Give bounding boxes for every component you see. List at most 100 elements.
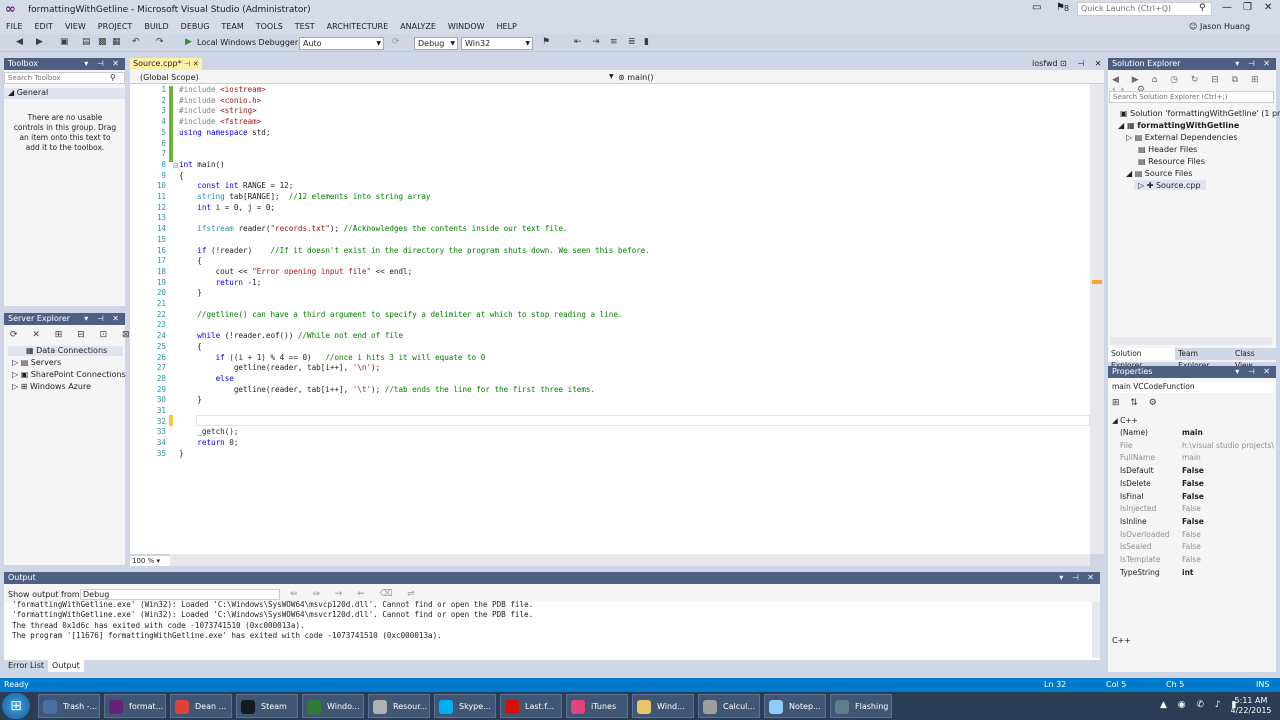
tree-item-source-cpp[interactable]: ▷ ✚ Source.cpp bbox=[1138, 181, 1201, 190]
feedback-icon[interactable]: ▭ bbox=[1032, 2, 1041, 13]
menu-analyze[interactable]: ANALYZE bbox=[394, 20, 442, 34]
panel-pin-close-icons[interactable]: ▾ ⊣ ✕ bbox=[1235, 366, 1273, 378]
comment-icon[interactable]: ≡ bbox=[610, 37, 618, 47]
taskbar-item[interactable]: Wind... bbox=[632, 694, 694, 718]
quick-launch-input[interactable]: Quick Launch (Ctrl+Q) bbox=[1077, 2, 1212, 16]
property-value[interactable]: False bbox=[1182, 504, 1274, 513]
outdent-icon[interactable]: ⇥ bbox=[592, 37, 600, 47]
pin-icon[interactable]: ⊣ bbox=[184, 60, 190, 68]
taskbar-item[interactable]: Dean ... bbox=[170, 694, 232, 718]
menu-help[interactable]: HELP bbox=[491, 20, 523, 34]
close-button[interactable]: ✕ bbox=[1264, 2, 1272, 13]
solution-explorer-search-input[interactable]: Search Solution Explorer (Ctrl+;) bbox=[1109, 91, 1274, 103]
code-line[interactable]: while (!reader.eof()) //While not end of… bbox=[179, 331, 403, 342]
property-value[interactable]: False bbox=[1182, 542, 1274, 551]
toolbox-search-input[interactable]: Search Toolbox bbox=[4, 72, 125, 84]
panel-pin-close-icons[interactable]: ▾ ⊣ ✕ bbox=[1235, 58, 1273, 70]
code-line[interactable]: { bbox=[179, 342, 202, 353]
code-line[interactable]: //getline() can have a third argument to… bbox=[179, 310, 622, 321]
minimize-button[interactable]: — bbox=[1222, 2, 1232, 13]
menu-edit[interactable]: EDIT bbox=[28, 20, 58, 34]
tab-team-explorer[interactable]: Team Explorer bbox=[1175, 348, 1232, 370]
open-file-icon[interactable]: ▤ bbox=[82, 37, 91, 47]
code-line[interactable]: } bbox=[179, 395, 202, 406]
uncomment-icon[interactable]: ≣ bbox=[628, 37, 636, 47]
new-project-icon[interactable]: ▣ bbox=[60, 37, 69, 47]
code-line[interactable]: ifstream reader("records.txt"); //Acknow… bbox=[179, 224, 567, 235]
menu-window[interactable]: WINDOW bbox=[442, 20, 491, 34]
taskbar-item[interactable]: Resour... bbox=[368, 694, 430, 718]
taskbar-item[interactable]: Flashing bbox=[830, 694, 892, 718]
code-line[interactable]: #include <conio.h> bbox=[179, 96, 261, 107]
tree-item-project[interactable]: ◢ ▦ formattingWithGetline bbox=[1118, 121, 1239, 130]
panel-pin-close-icons[interactable]: ▾ ⊣ ✕ bbox=[1059, 572, 1097, 584]
code-line[interactable]: int main() bbox=[179, 160, 225, 171]
indent-icon[interactable]: ⇤ bbox=[574, 37, 582, 47]
property-value[interactable]: False bbox=[1182, 530, 1274, 539]
code-line[interactable]: cout << "Error opening input file" << en… bbox=[179, 267, 413, 278]
code-line[interactable]: string tab[RANGE]; //12 elements into st… bbox=[179, 192, 430, 203]
tree-item-header-files[interactable]: ▤ Header Files bbox=[1138, 145, 1197, 154]
menu-file[interactable]: FILE bbox=[0, 20, 28, 34]
property-value[interactable]: False bbox=[1182, 517, 1274, 526]
code-line[interactable]: const int RANGE = 12; bbox=[179, 181, 293, 192]
user-name[interactable]: Jason Huang bbox=[1200, 22, 1250, 31]
menu-team[interactable]: TEAM bbox=[215, 20, 249, 34]
editor-vertical-scrollbar[interactable] bbox=[1090, 84, 1104, 554]
find-icon[interactable]: ⚑ bbox=[542, 37, 550, 47]
solution-config-combo[interactable]: Auto ▼ bbox=[299, 37, 384, 50]
forward-icon[interactable]: ▶ bbox=[36, 37, 43, 47]
code-line[interactable]: _getch(); bbox=[179, 427, 238, 438]
output-toolbar-icons[interactable]: ⇚ ⇛ ⇝ ⇜ ⌫ ⇌ bbox=[290, 589, 421, 599]
back-icon[interactable]: ◀ bbox=[16, 37, 23, 47]
tab-error-list[interactable]: Error List bbox=[4, 660, 49, 672]
property-value[interactable]: False bbox=[1182, 466, 1274, 475]
output-vscroll[interactable] bbox=[1092, 602, 1100, 658]
start-button-windows-icon[interactable]: ⊞ bbox=[2, 693, 30, 719]
tab-class-view[interactable]: Class View bbox=[1232, 348, 1276, 370]
code-line[interactable]: int i = 0, j = 0; bbox=[179, 203, 275, 214]
taskbar-item[interactable]: Notep... bbox=[764, 694, 826, 718]
panel-pin-close-icons[interactable]: ▾ ⊣ ✕ bbox=[84, 58, 122, 70]
properties-toolbar-icons[interactable]: ⊞ ⇅ ⚙ bbox=[1112, 398, 1161, 408]
code-line[interactable]: getline(reader, tab[i++], '\n'); bbox=[179, 363, 380, 374]
code-line[interactable]: } bbox=[179, 288, 202, 299]
menu-project[interactable]: PROJECT bbox=[92, 20, 139, 34]
taskbar-item[interactable]: Windo... bbox=[302, 694, 364, 718]
solution-explorer-hscroll[interactable] bbox=[1110, 337, 1272, 345]
taskbar-item[interactable]: Calcul... bbox=[698, 694, 760, 718]
menu-tools[interactable]: TOOLS bbox=[250, 20, 289, 34]
properties-category[interactable]: ◢ C++ bbox=[1112, 416, 1138, 425]
member-combo[interactable]: ⊛ main() bbox=[618, 72, 1098, 83]
property-value[interactable]: main bbox=[1182, 453, 1274, 462]
zoom-combo[interactable]: 100 % ▾ bbox=[130, 556, 170, 566]
collapse-main-icon[interactable]: ⊟ bbox=[173, 162, 179, 170]
bookmark-icon[interactable]: ▮ bbox=[644, 37, 649, 47]
editor-horizontal-scrollbar[interactable] bbox=[170, 554, 1090, 566]
menu-architecture[interactable]: ARCHITECTURE bbox=[321, 20, 394, 34]
start-debugging-icon[interactable]: ▶ bbox=[185, 37, 192, 47]
property-value[interactable]: False bbox=[1182, 492, 1274, 501]
property-value[interactable]: False bbox=[1182, 479, 1274, 488]
output-source-combo[interactable]: Debug bbox=[80, 589, 280, 600]
undo-icon[interactable]: ↶ bbox=[132, 37, 140, 47]
menu-debug[interactable]: DEBUG bbox=[175, 20, 216, 34]
menu-view[interactable]: VIEW bbox=[59, 20, 92, 34]
code-line[interactable]: getline(reader, tab[i++], '\t'); //tab e… bbox=[179, 385, 595, 396]
properties-object-combo[interactable]: main VCCodeFunction bbox=[1110, 382, 1274, 393]
taskbar-item[interactable]: Steam bbox=[236, 694, 298, 718]
code-line[interactable]: else bbox=[179, 374, 234, 385]
taskbar-clock[interactable]: 5:11 AM 4/22/2015 bbox=[1226, 696, 1276, 716]
code-line[interactable]: #include <iostream> bbox=[179, 85, 266, 96]
taskbar-item[interactable]: format... bbox=[104, 694, 166, 718]
save-all-icon[interactable]: ▦ bbox=[112, 37, 121, 47]
refresh-icon[interactable]: ⟳ bbox=[392, 37, 400, 47]
code-line[interactable]: #include <string> bbox=[179, 106, 257, 117]
scope-combo[interactable]: (Global Scope) bbox=[140, 72, 615, 83]
code-line[interactable]: return 0; bbox=[179, 438, 238, 449]
menu-build[interactable]: BUILD bbox=[138, 20, 174, 34]
code-line[interactable]: #include <fstream> bbox=[179, 117, 261, 128]
code-line[interactable]: if ((i + 1) % 4 == 0) //once i hits 3 it… bbox=[179, 353, 486, 364]
build-config-combo[interactable]: Debug ▼ bbox=[414, 37, 458, 50]
tree-item-solution[interactable]: ▣ Solution 'formattingWithGetline' (1 pr… bbox=[1120, 109, 1280, 118]
